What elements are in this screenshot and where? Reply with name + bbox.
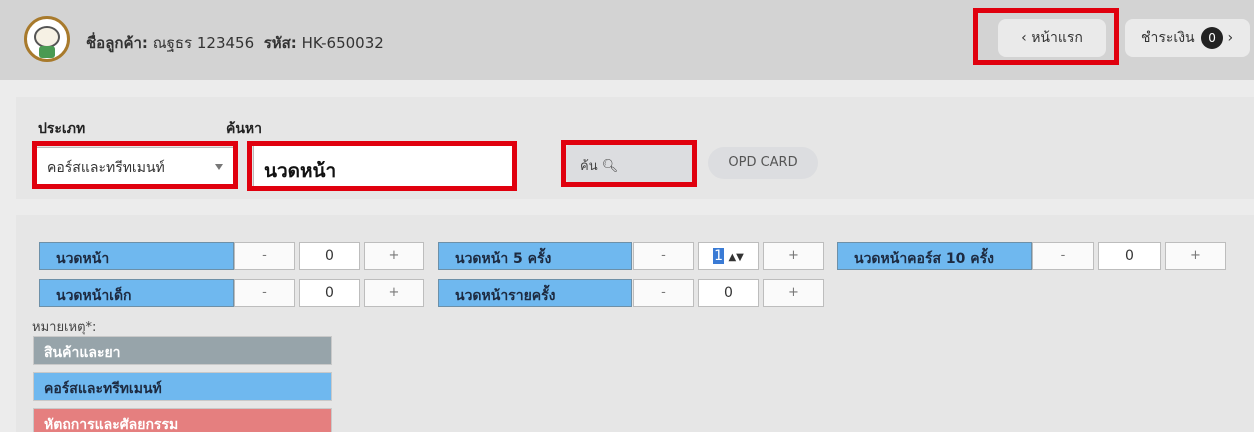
quantity-field[interactable]: 1 ▲▼ [698,242,759,270]
decrement-button[interactable]: - [633,279,694,307]
increment-button[interactable]: + [1165,242,1226,270]
opd-card-button[interactable]: OPD CARD [708,147,818,179]
quantity-field[interactable]: 0 [1098,242,1161,270]
search-label: ค้นหา [226,121,263,137]
quantity-field[interactable]: 0 [299,242,360,270]
bear-face-icon [34,26,60,48]
customer-name: ณฐธร 123456 [152,34,255,52]
decrement-button[interactable]: - [633,242,694,270]
pay-button[interactable]: ชำระเงิน 0 › [1125,19,1250,57]
legend-products: สินค้าและยา [33,336,332,365]
code-label: รหัส: [263,34,297,52]
decrement-button[interactable]: - [234,242,295,270]
legend-procedures: หัตถการและศัลยกรรม [33,408,332,432]
item-label[interactable]: นวดหน้าคอร์ส 10 ครั้ง [837,242,1032,270]
decrement-button[interactable]: - [234,279,295,307]
type-label: ประเภท [38,121,86,137]
item-label[interactable]: นวดหน้า [39,242,234,270]
increment-button[interactable]: + [763,242,824,270]
bear-body-icon [39,46,55,58]
customer-avatar [24,16,70,62]
item-label[interactable]: นวดหน้าเด็ก [39,279,234,307]
pay-button-label: ชำระเงิน [1141,30,1195,46]
highlight-search-input [247,141,517,191]
customer-info: ชื่อลูกค้า: ณฐธร 123456 รหัส: HK-650032 [86,31,384,55]
highlight-search-button [561,140,697,187]
item-label[interactable]: นวดหน้า 5 ครั้ง [438,242,632,270]
quantity-value: 1 [713,248,725,264]
quantity-field[interactable]: 0 [698,279,759,307]
spinner-arrows-icon: ▲▼ [728,252,744,263]
customer-label: ชื่อลูกค้า: [86,34,148,52]
customer-code: HK-650032 [301,34,384,52]
notes-label: หมายเหตุ*: [32,320,97,335]
increment-button[interactable]: + [364,242,424,270]
decrement-button[interactable]: - [1032,242,1094,270]
item-label[interactable]: นวดหน้ารายครั้ง [438,279,632,307]
increment-button[interactable]: + [364,279,424,307]
highlight-home-button [973,8,1119,65]
legend-courses: คอร์สและทรีทเมนท์ [33,372,332,401]
chevron-right-icon: › [1227,30,1234,46]
cart-count-badge: 0 [1201,27,1224,49]
increment-button[interactable]: + [763,279,824,307]
quantity-field[interactable]: 0 [299,279,360,307]
highlight-type-select [32,141,238,189]
